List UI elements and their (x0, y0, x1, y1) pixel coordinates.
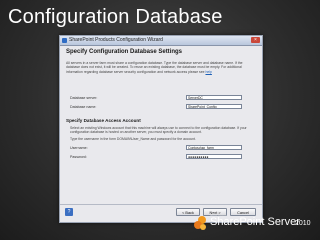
database-name-row: Database name: SharePoint_Config (70, 104, 250, 111)
wizard-content: Specify Configuration Database Settings … (66, 46, 256, 74)
access-account-text: Select an existing Windows account that … (70, 126, 247, 135)
access-account-heading: Specify Database Access Account (66, 118, 141, 123)
username-row: Username: Contoso\sp_farm (70, 145, 250, 152)
close-button[interactable]: × (251, 37, 260, 43)
password-label: Password: (70, 155, 87, 159)
username-input[interactable]: Contoso\sp_farm (186, 145, 242, 150)
window-titlebar[interactable]: SharePoint Products Configuration Wizard… (60, 36, 262, 46)
product-year: 2010 (295, 220, 311, 227)
intro-text: All servers in a server farm must share … (66, 61, 256, 74)
configuration-wizard-window: SharePoint Products Configuration Wizard… (59, 35, 263, 223)
sharepoint-brand: Microsoft SharePoint Server 2010 (192, 212, 316, 238)
database-name-label: Database name: (70, 105, 97, 109)
slide-title: Configuration Database (8, 6, 223, 28)
database-server-label: Database server: (70, 96, 98, 100)
footer-divider (60, 204, 262, 205)
database-server-input[interactable]: ServerDC (186, 95, 242, 100)
product-name: SharePoint Server (210, 216, 300, 228)
password-input[interactable]: ●●●●●●●●●● (186, 154, 242, 159)
database-name-input[interactable]: SharePoint_Config (186, 104, 242, 109)
window-title: SharePoint Products Configuration Wizard (69, 37, 163, 43)
page-heading: Specify Configuration Database Settings (66, 49, 183, 55)
help-link[interactable]: help (205, 70, 211, 74)
password-row: Password: ●●●●●●●●●● (70, 154, 250, 161)
sharepoint-app-icon (62, 38, 67, 43)
username-label: Username: (70, 146, 88, 150)
sharepoint-logo-icon (194, 216, 206, 230)
database-server-row: Database server: ServerDC (70, 95, 250, 102)
help-icon[interactable]: ? (65, 208, 73, 216)
access-account-format-text: Type the username in the form DOMAIN\Use… (70, 137, 196, 141)
intro-paragraph: All servers in a server farm must share … (66, 61, 243, 74)
